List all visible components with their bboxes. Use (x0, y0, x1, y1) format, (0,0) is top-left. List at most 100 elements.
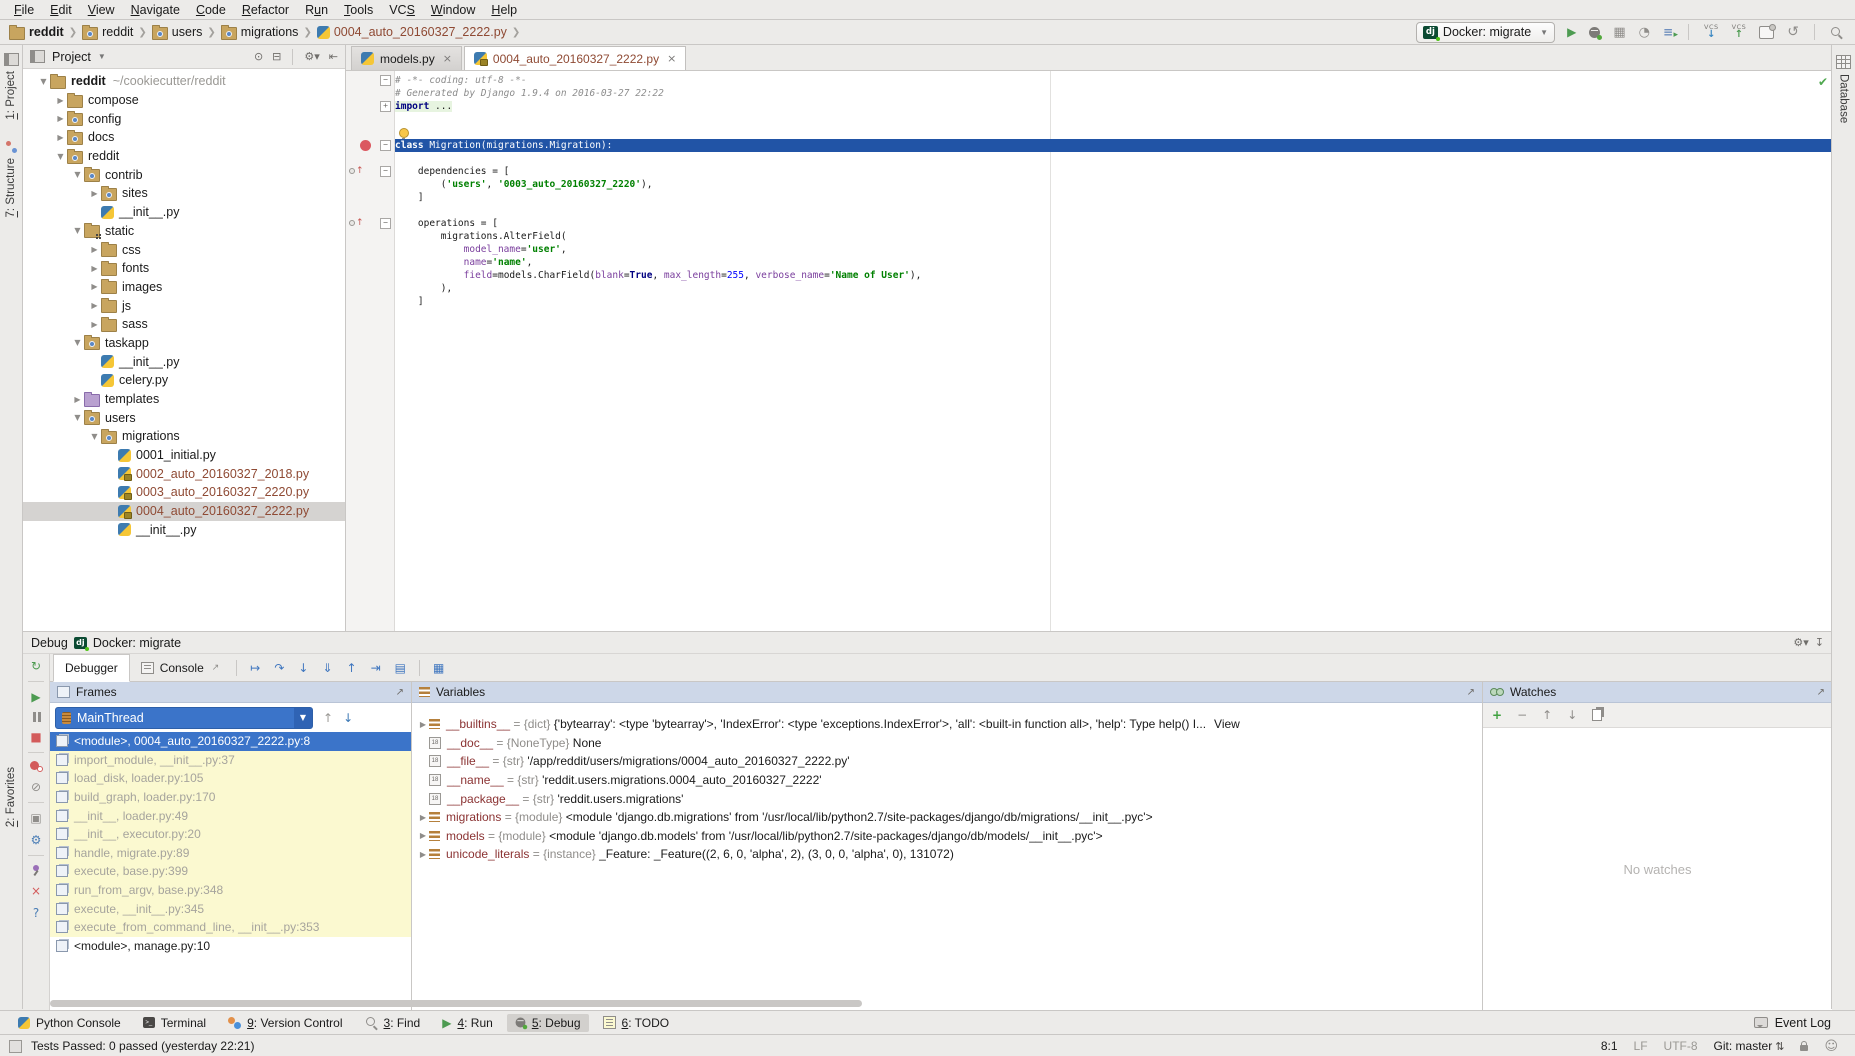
toolwindow-button-4-run[interactable]: ▶4: Run (434, 1014, 501, 1032)
gutter-change-icon[interactable]: ↑ (349, 218, 364, 228)
force-step-into-button[interactable]: ⇓ (315, 661, 339, 675)
menu-help[interactable]: Help (483, 2, 525, 18)
code-line[interactable]: migrations.AlterField( (395, 230, 1832, 243)
close-button[interactable]: × (31, 884, 41, 898)
variable-row[interactable]: ▶models = {module} <module 'django.db.mo… (412, 827, 1482, 846)
code-line[interactable]: ), (395, 282, 1832, 295)
debug-button[interactable] (1589, 27, 1600, 38)
float-panel-icon[interactable]: ↗ (1817, 687, 1825, 698)
variable-row[interactable]: ▶unicode_literals = {instance} _Feature:… (412, 845, 1482, 864)
tree-item[interactable]: ▼reddit (23, 147, 345, 166)
caret-position[interactable]: 8:1 (1601, 1039, 1618, 1053)
expand-icon[interactable]: ▶ (417, 831, 429, 840)
menu-file[interactable]: File (6, 2, 42, 18)
frame-row[interactable]: build_graph, loader.py:170 (50, 788, 411, 807)
tool-stripe-favorites[interactable]: 2: Favorites (0, 767, 22, 827)
next-frame-button[interactable]: ↓ (343, 712, 353, 724)
float-panel-icon[interactable]: ↗ (396, 687, 404, 698)
evaluate-expression-button[interactable]: ▤ (388, 661, 413, 675)
tab-debugger[interactable]: Debugger (53, 654, 130, 682)
tree-item[interactable]: ▼users (23, 408, 345, 427)
collapse-all-button[interactable]: ⊟ (272, 51, 281, 62)
gutter-change-icon[interactable]: ↑ (349, 166, 364, 176)
toolwindow-button-terminal[interactable]: >_Terminal (135, 1014, 214, 1032)
tree-toggle-icon[interactable]: ▶ (88, 282, 101, 291)
close-tab-icon[interactable]: × (667, 52, 676, 65)
tree-item[interactable]: ▶css (23, 240, 345, 259)
menu-view[interactable]: View (80, 2, 123, 18)
tree-toggle-icon[interactable]: ▶ (88, 320, 101, 329)
code-line[interactable] (395, 126, 1832, 139)
menu-code[interactable]: Code (188, 2, 234, 18)
code-area[interactable]: # -*- coding: utf-8 -*-# Generated by Dj… (395, 71, 1832, 631)
help-button[interactable]: ? (33, 906, 39, 920)
horizontal-scrollbar[interactable] (50, 1000, 862, 1007)
toolwindow-button-9-version-control[interactable]: 9: Version Control (220, 1014, 350, 1032)
stop-button[interactable]: ■ (30, 730, 41, 744)
toolwindow-button-3-find[interactable]: 3: Find (357, 1014, 429, 1032)
tree-toggle-icon[interactable]: ▼ (37, 77, 50, 86)
fold-toggle-icon[interactable]: + (380, 101, 391, 112)
code-line[interactable]: field=models.CharField(blank=True, max_l… (395, 269, 1832, 282)
toolwindow-button-6-todo[interactable]: 6: TODO (595, 1014, 678, 1032)
hide-panel-button[interactable]: ⇤ (329, 51, 338, 62)
close-tab-icon[interactable]: × (443, 52, 452, 65)
menu-vcs[interactable]: VCS (381, 2, 423, 18)
pin-tab-icon[interactable]: ↗ (212, 663, 220, 673)
variable-row[interactable]: ▶__builtins__ = {dict} {'bytearray': <ty… (412, 715, 1482, 734)
expand-icon[interactable]: ▶ (417, 850, 429, 859)
fold-toggle-icon[interactable]: − (380, 166, 391, 177)
code-line[interactable]: model_name='user', (395, 243, 1832, 256)
step-out-button[interactable]: ↑ (340, 661, 364, 675)
previous-frame-button[interactable]: ↑ (323, 712, 333, 724)
thread-selector[interactable]: MainThread ▼ (55, 707, 313, 729)
debug-settings-icon[interactable]: ⚙▾ (1793, 637, 1808, 648)
breadcrumb-item[interactable]: users (151, 25, 204, 40)
frame-row[interactable]: execute, base.py:399 (50, 862, 411, 881)
rollback-button[interactable]: ↺ (1787, 25, 1799, 39)
code-line[interactable]: ('users', '0003_auto_20160327_2220'), (395, 178, 1832, 191)
fold-toggle-icon[interactable]: − (380, 218, 391, 229)
frame-row[interactable]: __init__, executor.py:20 (50, 825, 411, 844)
code-line[interactable] (395, 152, 1832, 165)
editor-gutter[interactable]: −+−−↑−↑ (346, 71, 395, 631)
editor-tab[interactable]: models.py× (351, 46, 462, 70)
settings-button[interactable]: ⚙ (31, 833, 42, 847)
locate-file-button[interactable]: ⊙ (254, 51, 263, 62)
tree-toggle-icon[interactable]: ▶ (54, 114, 67, 123)
mute-breakpoints-button[interactable]: ⊘ (31, 780, 41, 794)
tree-toggle-icon[interactable]: ▶ (71, 395, 84, 404)
git-branch-widget[interactable]: Git: master ⇅ (1714, 1039, 1785, 1053)
expand-icon[interactable]: ▶ (417, 720, 429, 729)
tool-stripe-project[interactable]: 1: Project (0, 53, 22, 120)
code-line[interactable] (395, 113, 1832, 126)
pin-button[interactable] (31, 864, 42, 876)
run-to-cursor-button[interactable]: ⇥ (364, 661, 388, 675)
tree-item[interactable]: ▶fonts (23, 259, 345, 278)
settings-button[interactable]: ⚙▾ (304, 51, 319, 62)
hector-inspector-icon[interactable]: ☺ (1824, 1039, 1838, 1054)
tree-item[interactable]: ▶sites (23, 184, 345, 203)
tree-item[interactable]: ▶templates (23, 390, 345, 409)
breadcrumb-item[interactable]: reddit (8, 25, 65, 40)
tree-toggle-icon[interactable]: ▶ (88, 301, 101, 310)
menu-window[interactable]: Window (423, 2, 483, 18)
tree-item[interactable]: __init__.py (23, 521, 345, 540)
menu-refactor[interactable]: Refactor (234, 2, 297, 18)
code-line[interactable]: import ... (395, 100, 1832, 113)
resume-button[interactable]: ▶ (31, 690, 40, 704)
profiler-button[interactable]: ◔ (1639, 26, 1650, 39)
tree-item[interactable]: 0003_auto_20160327_2220.py (23, 483, 345, 502)
chevron-down-icon[interactable]: ▼ (98, 52, 106, 61)
remove-watch-button[interactable]: − (1517, 708, 1527, 722)
line-separator[interactable]: LF (1634, 1039, 1648, 1053)
breadcrumb-item[interactable]: reddit (81, 25, 134, 40)
tree-item[interactable]: celery.py (23, 371, 345, 390)
tree-item[interactable]: 0002_auto_20160327_2018.py (23, 464, 345, 483)
tree-item[interactable]: __init__.py (23, 352, 345, 371)
frame-row[interactable]: execute_from_command_line, __init__.py:3… (50, 918, 411, 937)
breadcrumb-item[interactable]: migrations (220, 25, 300, 40)
frame-row[interactable]: execute, __init__.py:345 (50, 899, 411, 918)
tool-stripe-structure[interactable]: 7: Structure (0, 141, 22, 217)
menu-edit[interactable]: Edit (42, 2, 80, 18)
